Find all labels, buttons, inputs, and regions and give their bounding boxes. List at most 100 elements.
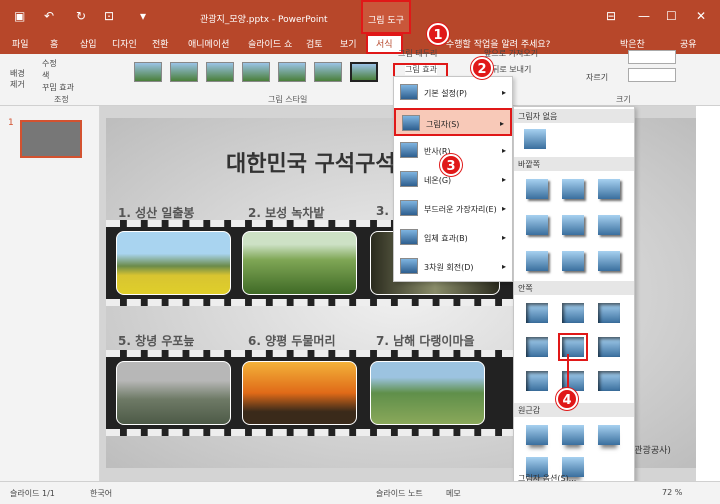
zoom-level[interactable]: 72 % [662, 488, 682, 497]
maximize-button[interactable]: ☐ [666, 9, 677, 23]
undo-icon[interactable]: ↶ [44, 9, 54, 23]
photo-dumulmeori[interactable] [242, 361, 357, 425]
artistic-effects-button[interactable]: 꾸밈 효과 [42, 82, 74, 93]
picture-style-1[interactable] [134, 62, 162, 82]
title-bar: ▣ ↶ ↻ ⊡ ▾ 관광지_모양.pptx - PowerPoint 그림 도구… [0, 0, 720, 34]
slide-thumbnail[interactable] [20, 120, 82, 158]
caption-1[interactable]: 1. 성산 일출봉 [118, 204, 194, 221]
shadow-persp-1[interactable] [526, 425, 548, 445]
picture-style-4[interactable] [242, 62, 270, 82]
picture-style-6[interactable] [314, 62, 342, 82]
step-badge-3: 3 [440, 154, 462, 176]
shadow-inner-3[interactable] [598, 303, 620, 323]
slideshow-icon[interactable]: ⊡ [104, 9, 114, 23]
chevron-right-icon: ▸ [501, 88, 506, 97]
slide-title[interactable]: 대한민국 구석구석 [226, 146, 396, 178]
tab-animations[interactable]: 애니메이션 [188, 37, 229, 50]
tab-design[interactable]: 디자인 [112, 37, 137, 50]
comments-button[interactable]: 메모 [446, 488, 461, 499]
width-input[interactable] [628, 68, 676, 82]
language-indicator[interactable]: 한국어 [90, 488, 112, 499]
shadow-inner-6[interactable] [598, 337, 620, 357]
picture-style-7[interactable] [350, 62, 378, 82]
shadow-persp-3[interactable] [598, 425, 620, 445]
shadow-inner-7[interactable] [526, 371, 548, 391]
color-button[interactable]: 색 [42, 70, 49, 81]
chevron-right-icon: ▸ [501, 175, 506, 184]
shadow-outer-3[interactable] [598, 179, 620, 199]
section-inner: 안쪽 [514, 281, 634, 295]
ribbon-tabs: 파일 홈 삽입 디자인 전환 애니메이션 슬라이드 쇼 검토 보기 서식 ♀ 수… [0, 34, 720, 54]
menu-item-shadow[interactable]: 그림자(S) ▸ [394, 108, 512, 136]
picture-style-3[interactable] [206, 62, 234, 82]
shadow-outer-6[interactable] [598, 215, 620, 235]
step-badge-2: 2 [471, 57, 493, 79]
menu-item-3d-rotation[interactable]: 3차원 회전(D) ▸ [394, 253, 512, 281]
shadow-inner-9[interactable] [598, 371, 620, 391]
save-icon[interactable]: ▣ [14, 9, 25, 23]
shadow-inner-4[interactable] [526, 337, 548, 357]
tab-insert[interactable]: 삽입 [80, 37, 97, 50]
shadow-none-option[interactable] [524, 129, 546, 149]
caption-6[interactable]: 6. 양평 두물머리 [248, 332, 336, 349]
caption-2[interactable]: 2. 보성 녹차밭 [248, 204, 324, 221]
minimize-button[interactable]: — [638, 9, 650, 23]
tab-review[interactable]: 검토 [306, 37, 323, 50]
shadow-icon [402, 115, 420, 131]
chevron-right-icon: ▸ [499, 119, 504, 128]
shadow-inner-2[interactable] [562, 303, 584, 323]
share-button[interactable]: 공유 [680, 37, 697, 50]
picture-style-2[interactable] [170, 62, 198, 82]
glow-icon [400, 171, 418, 187]
shadow-outer-9[interactable] [598, 251, 620, 271]
shadow-outer-5[interactable] [562, 215, 584, 235]
notes-button[interactable]: 슬라이드 노트 [376, 488, 423, 499]
caption-7[interactable]: 7. 남해 다랭이마을 [376, 332, 475, 349]
tab-home[interactable]: 홈 [50, 37, 58, 50]
shadow-inner-1[interactable] [526, 303, 548, 323]
shadow-persp-2[interactable] [562, 425, 584, 445]
crop-button[interactable]: 자르기 [586, 72, 608, 83]
picture-style-5[interactable] [278, 62, 306, 82]
document-title: 관광지_모양.pptx - PowerPoint [200, 15, 328, 25]
menu-item-bevel[interactable]: 입체 효과(B) ▸ [394, 224, 512, 252]
caption-5[interactable]: 5. 창녕 우포늪 [118, 332, 194, 349]
photo-upo[interactable] [116, 361, 231, 425]
shadow-outer-1[interactable] [526, 179, 548, 199]
slide-thumbnail-panel: 1 [0, 106, 100, 481]
customize-qa-icon[interactable]: ▾ [140, 9, 146, 23]
redo-icon[interactable]: ↻ [76, 9, 86, 23]
shadow-outer-4[interactable] [526, 215, 548, 235]
size-group-label: 크기 [616, 95, 631, 104]
close-button[interactable]: ✕ [696, 9, 706, 23]
send-backward-button[interactable]: 뒤로 보내기 [492, 64, 531, 75]
corrections-button[interactable]: 수정 [42, 58, 57, 69]
remove-background-button[interactable]: 배경 제거 [10, 68, 25, 90]
height-input[interactable] [628, 50, 676, 64]
tab-slideshow[interactable]: 슬라이드 쇼 [248, 37, 292, 50]
picture-border-button[interactable]: 그림 테두리 [398, 48, 437, 59]
soft-edges-icon [400, 200, 418, 216]
shadow-outer-2[interactable] [562, 179, 584, 199]
section-outer: 바깥쪽 [514, 157, 634, 171]
shadow-inner-center[interactable] [558, 333, 588, 361]
photo-seongsan[interactable] [116, 231, 231, 295]
picture-effects-menu: 기본 설정(P) ▸ 그림자(S) ▸ 반사(R) ▸ 네온(G) ▸ 부드러운 가장자… [393, 76, 513, 282]
tab-view[interactable]: 보기 [340, 37, 357, 50]
menu-item-soft-edges[interactable]: 부드러운 가장자리(E) ▸ [394, 195, 512, 223]
photo-daraengi[interactable] [370, 361, 485, 425]
bring-forward-button[interactable]: 앞으로 가져오기 [484, 48, 538, 59]
ribbon: 배경 제거 수정 색 꾸밈 효과 조정 그림 스타일 그림 테두리 그림 효과 … [0, 49, 720, 106]
shadow-outer-7[interactable] [526, 251, 548, 271]
film-strip-bottom [106, 350, 516, 436]
caption-3[interactable]: 3. [376, 204, 389, 218]
restore-ribbon-icon[interactable]: ⊟ [606, 9, 616, 23]
tab-transitions[interactable]: 전환 [152, 37, 169, 50]
chevron-right-icon: ▸ [501, 262, 506, 271]
shadow-outer-8[interactable] [562, 251, 584, 271]
tab-file[interactable]: 파일 [12, 37, 29, 50]
menu-item-preset[interactable]: 기본 설정(P) ▸ [394, 79, 512, 107]
step-badge-1: 1 [427, 23, 449, 45]
photo-boseong[interactable] [242, 231, 357, 295]
bevel-icon [400, 229, 418, 245]
